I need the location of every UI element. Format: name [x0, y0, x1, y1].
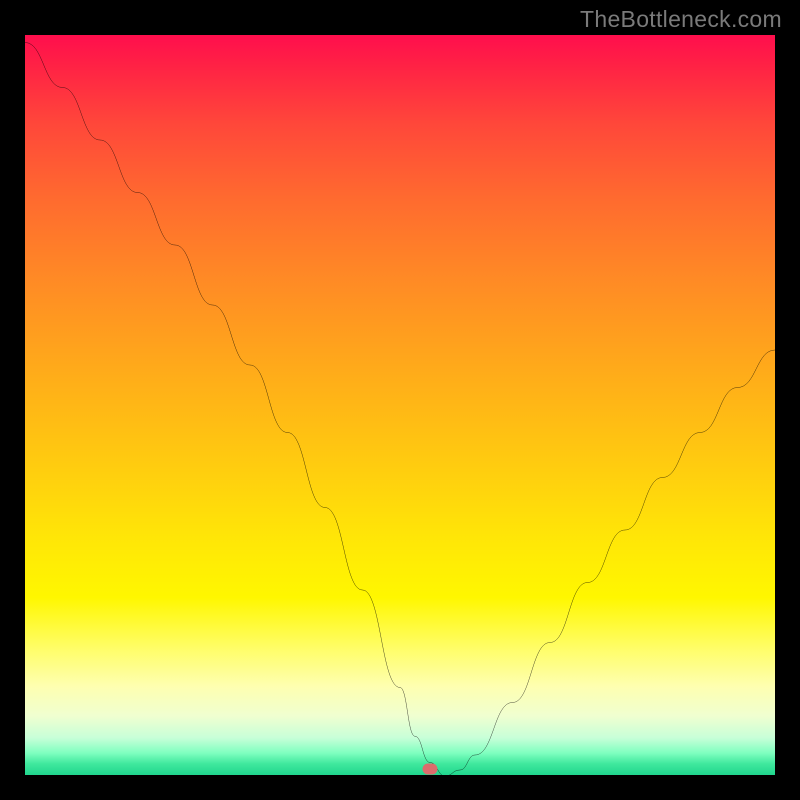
bottleneck-marker	[423, 764, 438, 775]
watermark-label: TheBottleneck.com	[580, 6, 782, 33]
bottleneck-curve	[25, 35, 775, 785]
chart-viewport: TheBottleneck.com	[0, 0, 800, 800]
chart-area	[25, 35, 775, 775]
curve-path	[25, 43, 775, 777]
